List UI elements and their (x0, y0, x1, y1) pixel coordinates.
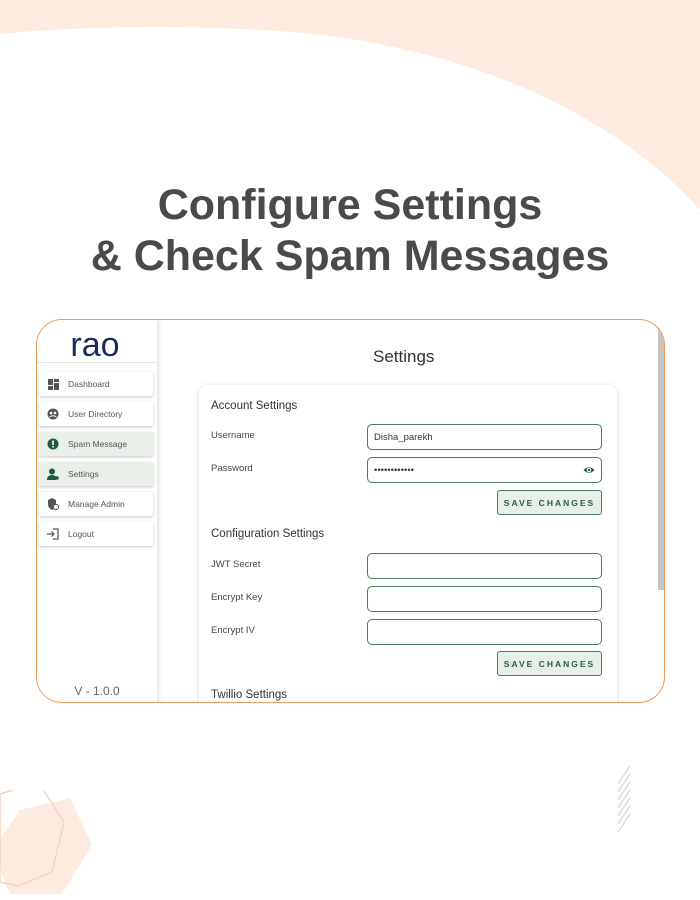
sidebar-item-label: Spam Message (68, 439, 128, 449)
user-directory-icon (47, 408, 59, 420)
logout-icon (47, 528, 59, 540)
sidebar-item-spam-message[interactable]: Spam Message (39, 432, 153, 456)
manage-admin-icon (47, 498, 59, 510)
sidebar-item-label: Settings (68, 469, 99, 479)
account-settings-title: Account Settings (211, 400, 298, 412)
username-field[interactable]: Disha_parekh (367, 424, 602, 450)
sidebar-item-logout[interactable]: Logout (39, 522, 153, 546)
twillio-settings-title: Twillio Settings (211, 689, 288, 701)
sidebar-item-label: Manage Admin (68, 499, 125, 509)
configuration-settings-title: Configuration Settings (211, 528, 325, 540)
password-value: •••••••••••• (374, 464, 414, 476)
encrypt-iv-label: Encrypt IV (211, 625, 255, 636)
settings-card: Account Settings Username Disha_parekh P… (199, 385, 617, 702)
username-label: Username (211, 430, 255, 441)
logo-divider (37, 362, 157, 363)
sidebar-item-label: Dashboard (68, 379, 110, 389)
configuration-save-changes-button[interactable]: SAVE CHANGES (497, 651, 602, 676)
encrypt-key-field[interactable] (367, 586, 602, 612)
sidebar-item-user-directory[interactable]: User Directory (39, 402, 153, 426)
account-save-changes-button[interactable]: SAVE CHANGES (497, 490, 602, 515)
jwt-secret-field[interactable] (367, 553, 602, 579)
sidebar-item-label: User Directory (68, 409, 123, 419)
headline-line-1: Configure Settings (157, 181, 543, 229)
version-label: V - 1.0.0 (74, 684, 120, 698)
headline: Configure Settings & Check Spam Messages (0, 180, 700, 282)
password-field[interactable]: •••••••••••• (367, 457, 602, 483)
rao-logo: rao (70, 326, 119, 364)
password-label: Password (211, 463, 253, 474)
sidebar-item-manage-admin[interactable]: Manage Admin (39, 492, 153, 516)
hexagon-decoration (0, 790, 92, 894)
dashboard-icon (47, 378, 59, 390)
eye-icon[interactable] (583, 464, 595, 476)
sidebar-item-label: Logout (68, 529, 94, 539)
alert-icon (47, 438, 59, 450)
page-title: Settings (373, 347, 435, 366)
sidebar-item-dashboard[interactable]: Dashboard (39, 372, 153, 396)
encrypt-iv-field[interactable] (367, 619, 602, 645)
settings-user-icon (47, 468, 59, 480)
jwt-secret-label: JWT Secret (211, 559, 261, 570)
sidebar-item-settings[interactable]: Settings (39, 462, 153, 486)
sidebar: rao Dashboard User Directory Spam Messag… (37, 320, 157, 702)
app-screenshot-frame: rao Dashboard User Directory Spam Messag… (36, 319, 665, 703)
headline-line-2: & Check Spam Messages (90, 232, 610, 280)
encrypt-key-label: Encrypt Key (211, 592, 263, 603)
scrollbar[interactable] (658, 320, 664, 590)
username-value: Disha_parekh (374, 431, 433, 443)
diagonal-lines-decoration (617, 765, 631, 833)
logo-text: rao (70, 326, 119, 364)
